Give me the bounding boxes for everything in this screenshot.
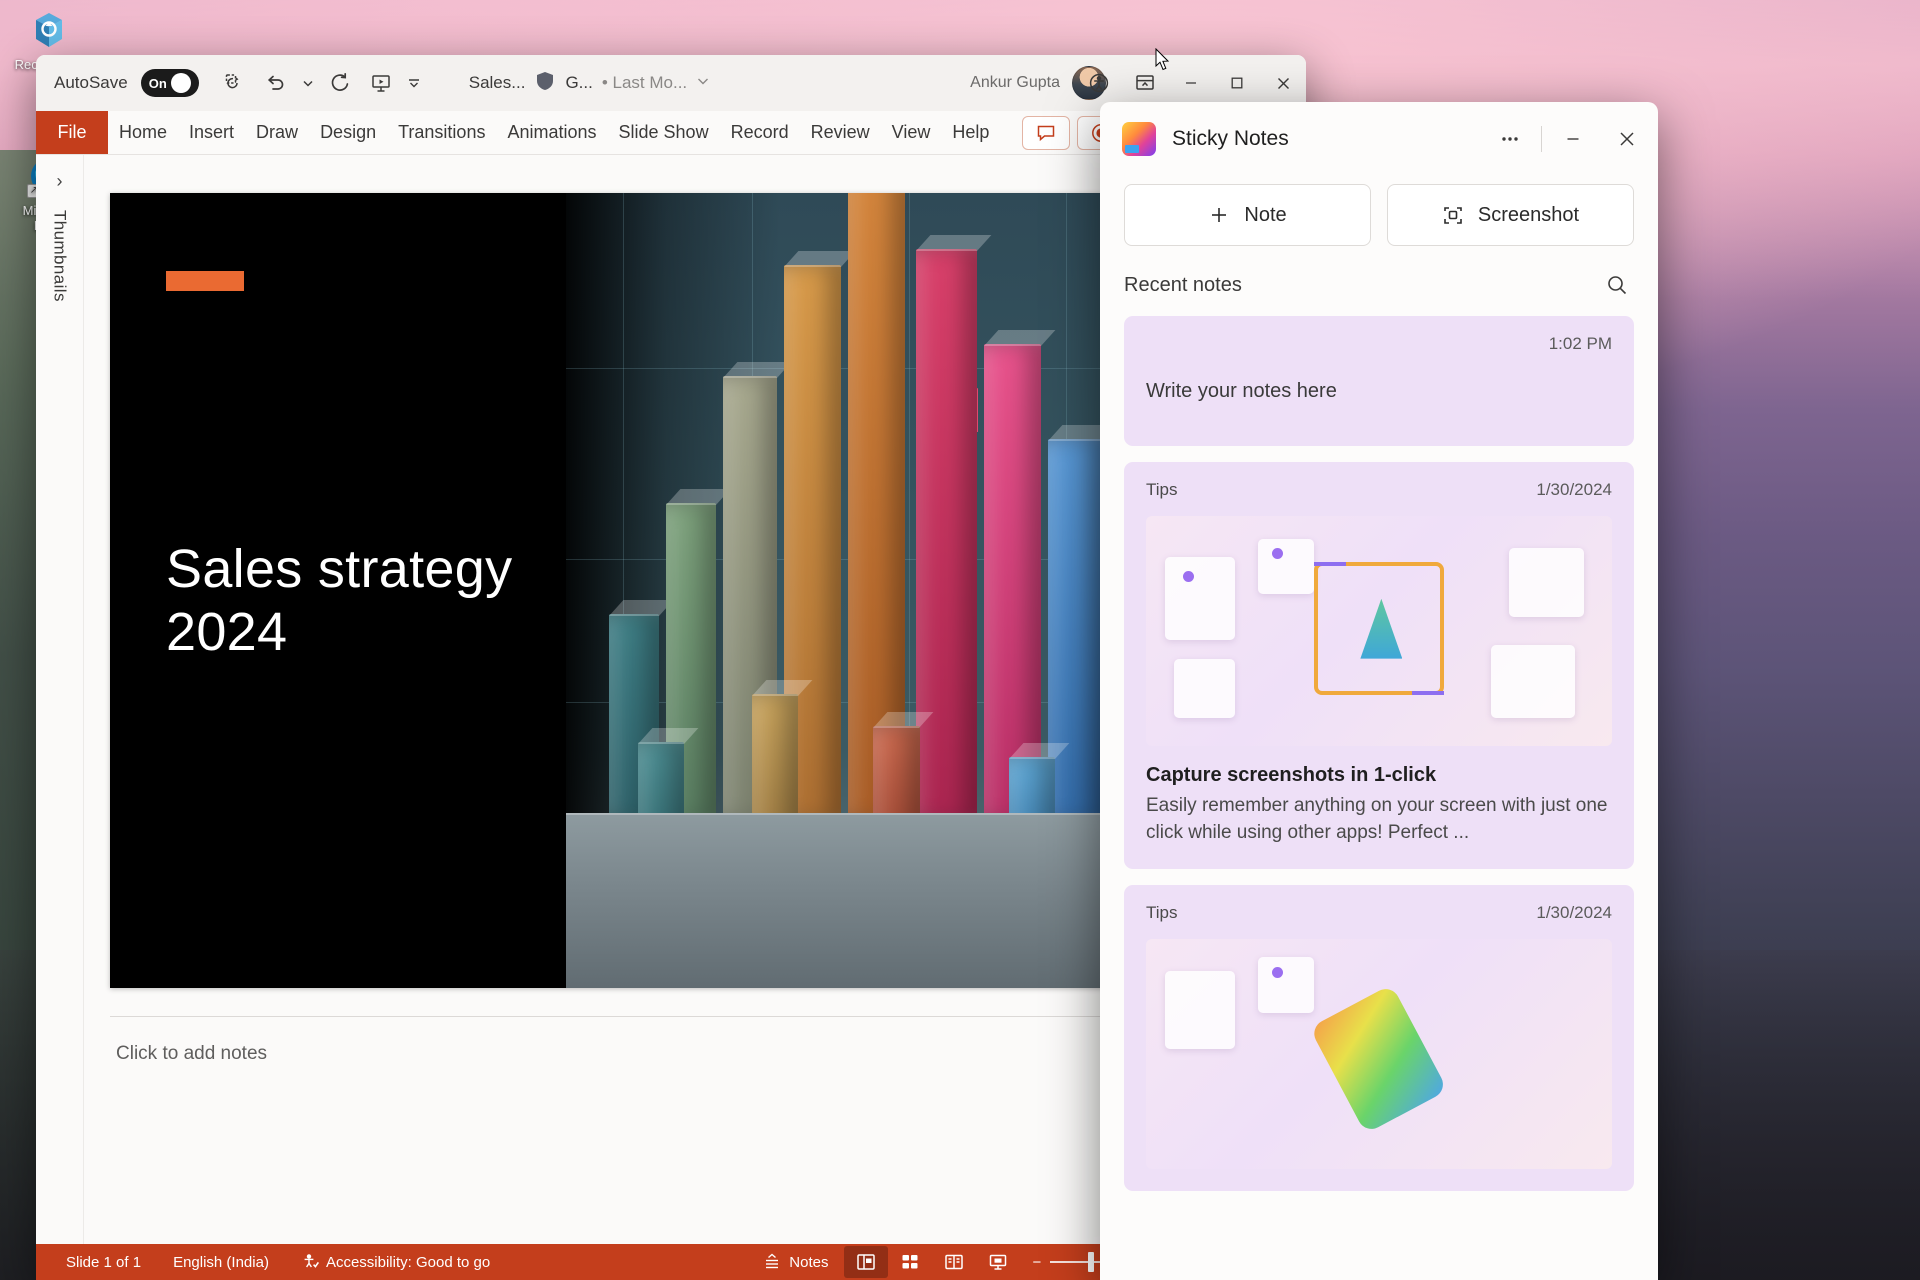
title-dropdown-icon[interactable]	[696, 73, 710, 93]
tab-view[interactable]: View	[881, 111, 942, 154]
tab-file[interactable]: File	[36, 111, 108, 154]
sticky-notes-window-controls	[1483, 102, 1654, 176]
screenshot-button[interactable]: Screenshot	[1387, 184, 1634, 246]
notes-list[interactable]: 1:02 PM Write your notes here Tips 1/30/…	[1100, 316, 1658, 1280]
tab-review[interactable]: Review	[800, 111, 881, 154]
notes-label: Notes	[789, 1253, 829, 1271]
accessibility-status[interactable]: Accessibility: Good to go	[285, 1253, 506, 1271]
tab-design[interactable]: Design	[309, 111, 387, 154]
screenshot-icon	[1444, 207, 1462, 224]
screenshot-label: Screenshot	[1477, 203, 1580, 226]
slide-accent-bar	[166, 271, 244, 291]
notes-toggle-button[interactable]: Notes	[746, 1252, 844, 1272]
zoom-knob[interactable]	[1088, 1252, 1095, 1272]
new-note-label: Note	[1244, 203, 1287, 226]
titlebar-divider	[1541, 126, 1542, 152]
expand-thumbnails-icon[interactable]: ›	[57, 171, 63, 192]
note-description: Easily remember anything on your screen …	[1146, 795, 1608, 843]
tab-record[interactable]: Record	[720, 111, 800, 154]
more-options-icon[interactable]	[1483, 102, 1537, 176]
redo-icon[interactable]	[321, 64, 361, 102]
note-thumbnail-image	[1146, 938, 1612, 1169]
note-header: Tips 1/30/2024	[1146, 480, 1612, 500]
notes-icon	[766, 1253, 779, 1269]
shield-icon	[534, 70, 556, 97]
normal-view-button[interactable]	[844, 1246, 889, 1278]
accessibility-icon	[304, 1254, 319, 1268]
list-item[interactable]: Tips 1/30/2024 Capture screenshots in 1-…	[1124, 462, 1634, 869]
sticky-notes-logo-icon	[1122, 122, 1156, 156]
recent-notes-label: Recent notes	[1124, 273, 1242, 296]
note-title: Capture screenshots in 1-click	[1146, 764, 1437, 786]
thumbnails-label: Thumbnails	[50, 210, 70, 302]
accessibility-label: Accessibility: Good to go	[325, 1253, 491, 1271]
language-indicator[interactable]: English (India)	[157, 1254, 285, 1271]
recycle-bin-icon	[25, 6, 73, 54]
search-icon[interactable]	[1600, 268, 1634, 302]
note-thumbnail-image	[1146, 516, 1612, 746]
close-icon[interactable]	[1600, 102, 1654, 176]
tab-home[interactable]: Home	[108, 111, 178, 154]
user-name: Ankur Gupta	[970, 74, 1060, 91]
tab-help[interactable]: Help	[941, 111, 1000, 154]
new-note-button[interactable]: Note	[1124, 184, 1371, 246]
note-tag: Tips	[1146, 902, 1178, 922]
note-header: Tips 1/30/2024	[1146, 903, 1612, 923]
tab-insert[interactable]: Insert	[178, 111, 245, 154]
tab-draw[interactable]: Draw	[245, 111, 309, 154]
last-modified: • Last Mo...	[601, 73, 688, 92]
autosave-state: On	[148, 75, 167, 91]
note-timestamp: 1/30/2024	[1536, 480, 1612, 499]
note-timestamp: 1/30/2024	[1536, 902, 1612, 922]
sticky-notes-action-bar: Note Screenshot	[1100, 176, 1658, 264]
slide-sorter-button[interactable]	[888, 1246, 932, 1278]
plus-icon	[1212, 208, 1227, 222]
reading-view-button[interactable]	[932, 1246, 976, 1278]
slide-counter[interactable]: Slide 1 of 1	[50, 1254, 157, 1271]
customize-quick-access-icon[interactable]	[215, 64, 255, 102]
note-tag: Tips	[1146, 480, 1178, 499]
more-commands-icon[interactable]	[401, 64, 427, 102]
saved-location: G...	[565, 73, 593, 92]
tab-slide-show[interactable]: Slide Show	[608, 111, 720, 154]
undo-dropdown-icon[interactable]	[295, 64, 321, 102]
tab-transitions[interactable]: Transitions	[387, 111, 496, 154]
tab-animations[interactable]: Animations	[496, 111, 607, 154]
toggle-knob	[170, 73, 191, 93]
note-body-text: Write your notes here	[1146, 380, 1337, 402]
minimize-icon[interactable]	[1546, 102, 1600, 176]
slide-title-region[interactable]: Sales strategy 2024	[110, 193, 567, 988]
slide-show-button[interactable]	[976, 1246, 1020, 1278]
recent-notes-header: Recent notes	[1100, 264, 1658, 316]
autosave-label: AutoSave	[54, 73, 128, 92]
note-header: 1:02 PM	[1146, 334, 1612, 354]
document-title-group[interactable]: Sales... G... • Last Mo...	[469, 70, 710, 97]
sticky-notes-titlebar: Sticky Notes	[1100, 102, 1658, 176]
slide-title-text[interactable]: Sales strategy 2024	[166, 538, 512, 663]
note-timestamp: 1:02 PM	[1548, 334, 1612, 353]
document-name: Sales...	[468, 73, 526, 92]
autosave-toggle[interactable]: On	[140, 69, 199, 97]
thumbnails-rail[interactable]: › Thumbnails	[36, 155, 84, 1244]
sticky-notes-title: Sticky Notes	[1172, 127, 1289, 150]
sticky-notes-window[interactable]: Sticky Notes Note Screenshot Recent note…	[1100, 102, 1658, 1280]
list-item[interactable]: 1:02 PM Write your notes here	[1124, 316, 1634, 446]
start-presentation-icon[interactable]	[361, 64, 401, 102]
undo-icon[interactable]	[255, 64, 295, 102]
comments-button[interactable]	[1022, 115, 1070, 150]
list-item[interactable]: Tips 1/30/2024	[1124, 884, 1634, 1191]
zoom-out-button[interactable]: −	[1032, 1254, 1041, 1271]
